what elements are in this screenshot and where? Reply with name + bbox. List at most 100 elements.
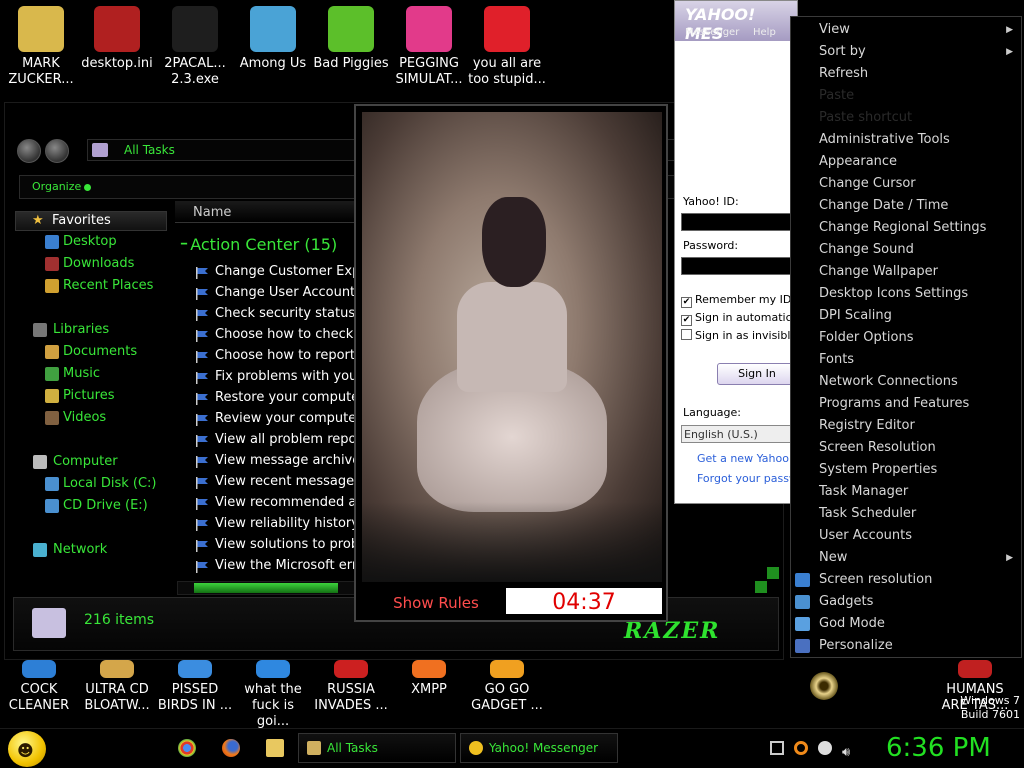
- nav-favorites-header[interactable]: ★ Favorites: [15, 211, 167, 231]
- back-button[interactable]: [17, 139, 41, 163]
- context-menu-item[interactable]: Change Sound: [791, 239, 1021, 261]
- nav-item[interactable]: Recent Places: [15, 275, 171, 297]
- desktop-icon[interactable]: GO GO GADGET ...: [468, 660, 546, 714]
- context-menu-item[interactable]: Task Manager: [791, 481, 1021, 503]
- task-list-item[interactable]: View reliability history: [191, 513, 359, 534]
- context-menu-item[interactable]: Change Date / Time: [791, 195, 1021, 217]
- desktop-icon[interactable]: 2PACAL... 2.3.exe: [156, 6, 234, 88]
- invisible-checkbox[interactable]: Sign in as invisible t: [681, 329, 797, 342]
- firefox-icon[interactable]: [222, 739, 240, 757]
- search-tray-icon[interactable]: [794, 741, 808, 755]
- group-title[interactable]: ━ Action Center (15): [181, 235, 337, 254]
- horizontal-scrollbar[interactable]: [177, 581, 357, 595]
- remember-checkbox[interactable]: ✔ Remember my ID &: [681, 293, 797, 308]
- task-list-item[interactable]: View recent messages about your computer: [191, 471, 359, 492]
- forward-button[interactable]: [45, 139, 69, 163]
- desktop-icon[interactable]: you all are too stupid...: [468, 6, 546, 88]
- nav-item[interactable]: Desktop: [15, 231, 171, 253]
- language-select[interactable]: English (U.S.): [681, 425, 797, 443]
- nav-item[interactable]: CD Drive (E:): [15, 495, 171, 517]
- context-menu-item[interactable]: Network Connections: [791, 371, 1021, 393]
- context-menu-item[interactable]: Fonts: [791, 349, 1021, 371]
- nav-item[interactable]: Local Disk (C:): [15, 473, 171, 495]
- explorer-folder-icon[interactable]: [266, 739, 284, 757]
- context-menu-item[interactable]: New ▶: [791, 547, 1021, 569]
- context-menu-item[interactable]: Programs and Features: [791, 393, 1021, 415]
- yahoo-messenger-window[interactable]: YAHOO! MES Messenger Help Yahoo! ID: Pas…: [674, 0, 798, 504]
- nav-item[interactable]: Videos: [15, 407, 171, 429]
- nav-item[interactable]: Network: [15, 539, 171, 561]
- context-menu-item[interactable]: Desktop Icons Settings: [791, 283, 1021, 305]
- desktop-icon[interactable]: Among Us: [234, 6, 312, 72]
- start-button[interactable]: ☻: [8, 731, 46, 767]
- scary-popup-window[interactable]: Show Rules 04:37: [354, 104, 668, 622]
- nav-item[interactable]: Documents: [15, 341, 171, 363]
- desktop-icon[interactable]: COCK CLEANER: [0, 660, 78, 714]
- context-menu-item[interactable]: Registry Editor: [791, 415, 1021, 437]
- context-menu-item[interactable]: Personalize: [791, 635, 1021, 657]
- desktop-icon[interactable]: PEGGING SIMULAT...: [390, 6, 468, 88]
- context-menu-item[interactable]: Refresh: [791, 63, 1021, 85]
- context-menu-item[interactable]: Administrative Tools: [791, 129, 1021, 151]
- auto-signin-checkbox[interactable]: ✔Sign in automatically: [681, 311, 797, 326]
- volume-icon[interactable]: 🔊︎: [842, 741, 856, 760]
- context-menu-item[interactable]: God Mode: [791, 613, 1021, 635]
- context-menu-item[interactable]: System Properties: [791, 459, 1021, 481]
- context-menu-item[interactable]: Folder Options: [791, 327, 1021, 349]
- desktop-icon[interactable]: ULTRA CD BLOATW...: [78, 660, 156, 714]
- task-list-item[interactable]: Restore your computer to an earlier time: [191, 387, 359, 408]
- task-list-item[interactable]: Fix problems with your computer: [191, 366, 359, 387]
- nav-item[interactable]: Downloads: [15, 253, 171, 275]
- desktop-icon[interactable]: MARK ZUCKER...: [2, 6, 80, 88]
- desktop-icon[interactable]: XMPP: [390, 660, 468, 698]
- desktop-icon[interactable]: Bad Piggies: [312, 6, 390, 72]
- context-menu-item[interactable]: Screen Resolution: [791, 437, 1021, 459]
- context-menu-item[interactable]: User Accounts: [791, 525, 1021, 547]
- task-list-item[interactable]: Check security status: [191, 303, 359, 324]
- context-menu-item[interactable]: Change Cursor: [791, 173, 1021, 195]
- nav-item[interactable]: Computer: [15, 451, 171, 473]
- context-menu-item[interactable]: Task Scheduler: [791, 503, 1021, 525]
- context-menu-item[interactable]: View ▶: [791, 19, 1021, 41]
- context-menu-item[interactable]: Change Wallpaper: [791, 261, 1021, 283]
- action-center-icon[interactable]: [770, 741, 784, 755]
- password-input[interactable]: [681, 257, 797, 275]
- forgot-password-link[interactable]: Forgot your passw: [697, 472, 797, 485]
- desktop-icon[interactable]: what the fuck is goi...: [234, 660, 312, 730]
- scrollbar-thumb[interactable]: [194, 583, 338, 593]
- collapse-icon[interactable]: ━: [181, 239, 190, 250]
- column-header-name[interactable]: Name: [175, 201, 357, 223]
- task-list-item[interactable]: View the Microsoft error reporting: [191, 555, 359, 576]
- context-menu-item[interactable]: Change Regional Settings: [791, 217, 1021, 239]
- taskbar-button[interactable]: Yahoo! Messenger: [460, 733, 618, 763]
- scroll-right-button[interactable]: [755, 581, 767, 593]
- nav-item[interactable]: Pictures: [15, 385, 171, 407]
- task-list-item[interactable]: View solutions to problems: [191, 534, 359, 555]
- task-list-item[interactable]: Change User Account Control: [191, 282, 359, 303]
- task-list-item[interactable]: Choose how to check for solutions: [191, 324, 359, 345]
- task-list-item[interactable]: View recommended actions: [191, 492, 359, 513]
- context-menu-item[interactable]: Screen resolution: [791, 569, 1021, 591]
- nav-item[interactable]: Libraries: [15, 319, 171, 341]
- desktop-icon[interactable]: desktop.ini: [78, 6, 156, 72]
- chrome-icon[interactable]: [178, 739, 196, 757]
- yahoo-id-input[interactable]: [681, 213, 797, 231]
- task-list-item[interactable]: Change Customer Experience: [191, 261, 359, 282]
- taskbar-clock[interactable]: 6:36 PM: [886, 733, 991, 763]
- desktop-icon[interactable]: PISSED BIRDS IN ...: [156, 660, 234, 714]
- menu-messenger[interactable]: Messenger: [685, 27, 739, 38]
- get-new-id-link[interactable]: Get a new Yahoo! I: [697, 452, 797, 465]
- eye-gadget-icon[interactable]: [810, 672, 838, 700]
- task-list-item[interactable]: Choose how to report problems: [191, 345, 359, 366]
- context-menu-item[interactable]: Gadgets: [791, 591, 1021, 613]
- task-list-item[interactable]: Review your computer's status: [191, 408, 359, 429]
- menu-help[interactable]: Help: [753, 27, 776, 38]
- nav-item[interactable]: Music: [15, 363, 171, 385]
- desktop-icon[interactable]: RUSSIA INVADES ...: [312, 660, 390, 714]
- smiley-tray-icon[interactable]: [818, 741, 832, 755]
- task-list-item[interactable]: View message archive: [191, 450, 359, 471]
- sign-in-button[interactable]: Sign In: [717, 363, 797, 385]
- scroll-up-button[interactable]: [767, 567, 779, 579]
- context-menu-item[interactable]: Appearance: [791, 151, 1021, 173]
- context-menu-item[interactable]: DPI Scaling: [791, 305, 1021, 327]
